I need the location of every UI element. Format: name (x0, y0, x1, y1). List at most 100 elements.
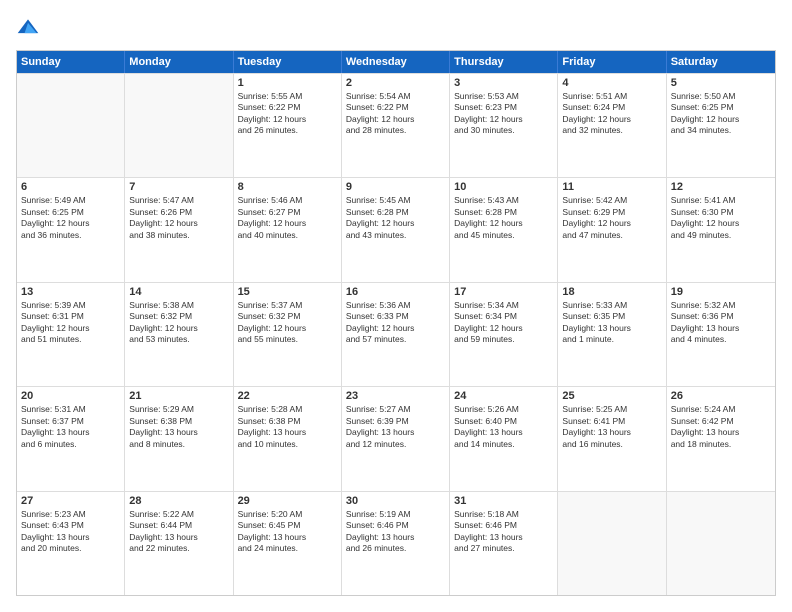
cell-line: Sunrise: 5:24 AM (671, 404, 771, 415)
day-number: 17 (454, 286, 553, 298)
cell-line: and 59 minutes. (454, 334, 553, 345)
cell-line: Sunrise: 5:29 AM (129, 404, 228, 415)
cell-line: Daylight: 12 hours (238, 114, 337, 125)
calendar-cell-empty (17, 74, 125, 177)
cell-line: Sunset: 6:27 PM (238, 207, 337, 218)
cell-line: and 4 minutes. (671, 334, 771, 345)
cell-line: Sunset: 6:39 PM (346, 416, 445, 427)
cell-line: Sunset: 6:44 PM (129, 520, 228, 531)
day-number: 30 (346, 495, 445, 507)
cell-line: Sunrise: 5:55 AM (238, 91, 337, 102)
calendar-cell-31: 31Sunrise: 5:18 AMSunset: 6:46 PMDayligh… (450, 492, 558, 595)
cell-line: and 26 minutes. (346, 543, 445, 554)
cell-line: Sunrise: 5:51 AM (562, 91, 661, 102)
cell-line: and 32 minutes. (562, 125, 661, 136)
calendar-cell-27: 27 Sunrise: 5:23 AMSunset: 6:43 PMDayligh… (17, 492, 125, 595)
cell-line: and 16 minutes. (562, 439, 661, 450)
cell-line: Sunrise: 5:26 AM (454, 404, 553, 415)
cell-line: and 24 minutes. (238, 543, 337, 554)
cell-line: Sunset: 6:32 PM (129, 311, 228, 322)
cell-line: Sunset: 6:36 PM (671, 311, 771, 322)
day-number: 27 (21, 495, 120, 507)
cell-line: Sunset: 6:29 PM (562, 207, 661, 218)
calendar-cell-5: 5Sunrise: 5:50 AMSunset: 6:25 PMDaylight… (667, 74, 775, 177)
cell-line: and 1 minute. (562, 334, 661, 345)
weekday-header-saturday: Saturday (667, 51, 775, 73)
cell-line: Sunset: 6:33 PM (346, 311, 445, 322)
cell-line: Sunset: 6:43 PM (21, 520, 120, 531)
cell-line: Sunrise: 5:20 AM (238, 509, 337, 520)
calendar-cell-empty (558, 492, 666, 595)
calendar-cell-3: 3Sunrise: 5:53 AMSunset: 6:23 PMDaylight… (450, 74, 558, 177)
day-number: 22 (238, 390, 337, 402)
cell-line: Sunrise: 5:54 AM (346, 91, 445, 102)
cell-line: Daylight: 13 hours (454, 532, 553, 543)
cell-line: Sunset: 6:28 PM (454, 207, 553, 218)
calendar-row-3: 20Sunrise: 5:31 AMSunset: 6:37 PMDayligh… (17, 386, 775, 490)
day-number: 28 (129, 495, 228, 507)
cell-line: Sunrise: 5:27 AM (346, 404, 445, 415)
calendar-row-4: 27Sunrise: 5:23 AMSunset: 6:43 PMDayligh… (17, 491, 775, 595)
cell-line: Sunrise: 5:46 AM (238, 195, 337, 206)
cell-line: Daylight: 12 hours (454, 218, 553, 229)
cell-line: Daylight: 13 hours (21, 427, 120, 438)
calendar-cell-17: 17Sunrise: 5:34 AMSunset: 6:34 PMDayligh… (450, 283, 558, 386)
day-number: 5 (671, 77, 771, 89)
cell-line: Sunrise: 5:28 AM (238, 404, 337, 415)
cell-line: Sunset: 6:38 PM (238, 416, 337, 427)
cell-line: Sunset: 6:46 PM (346, 520, 445, 531)
cell-line: Sunrise: 5:31 AM (21, 404, 120, 415)
cell-line: Sunrise: 5:49 AM (21, 195, 120, 206)
day-number: 25 (562, 390, 661, 402)
weekday-header-sunday: Sunday (17, 51, 125, 73)
calendar-cell-8: 8Sunrise: 5:46 AMSunset: 6:27 PMDaylight… (234, 178, 342, 281)
calendar-cell-9: 9Sunrise: 5:45 AMSunset: 6:28 PMDaylight… (342, 178, 450, 281)
calendar-cell-15: 15Sunrise: 5:37 AMSunset: 6:32 PMDayligh… (234, 283, 342, 386)
day-number: 21 (129, 390, 228, 402)
cell-line: Sunrise: 5:34 AM (454, 300, 553, 311)
calendar-cell-24: 24Sunrise: 5:26 AMSunset: 6:40 PMDayligh… (450, 387, 558, 490)
calendar-cell-11: 11Sunrise: 5:42 AMSunset: 6:29 PMDayligh… (558, 178, 666, 281)
calendar-row-2: 13Sunrise: 5:39 AMSunset: 6:31 PMDayligh… (17, 282, 775, 386)
calendar-cell-30: 30Sunrise: 5:19 AMSunset: 6:46 PMDayligh… (342, 492, 450, 595)
calendar-cell-28: 28Sunrise: 5:22 AMSunset: 6:44 PMDayligh… (125, 492, 233, 595)
cell-line: Sunset: 6:41 PM (562, 416, 661, 427)
calendar-cell-13: 13Sunrise: 5:39 AMSunset: 6:31 PMDayligh… (17, 283, 125, 386)
cell-line: Daylight: 13 hours (454, 427, 553, 438)
cell-line: and 57 minutes. (346, 334, 445, 345)
cell-line: Sunset: 6:25 PM (21, 207, 120, 218)
cell-line: Sunrise: 5:43 AM (454, 195, 553, 206)
cell-line: Sunset: 6:30 PM (671, 207, 771, 218)
cell-line: and 28 minutes. (346, 125, 445, 136)
cell-line: Sunset: 6:42 PM (671, 416, 771, 427)
calendar-cell-12: 12Sunrise: 5:41 AMSunset: 6:30 PMDayligh… (667, 178, 775, 281)
calendar-cell-23: 23Sunrise: 5:27 AMSunset: 6:39 PMDayligh… (342, 387, 450, 490)
cell-line: and 26 minutes. (238, 125, 337, 136)
cell-line: Sunset: 6:32 PM (238, 311, 337, 322)
cell-line: Daylight: 12 hours (129, 323, 228, 334)
cell-line: Daylight: 13 hours (129, 427, 228, 438)
day-number: 16 (346, 286, 445, 298)
day-number: 13 (21, 286, 120, 298)
cell-line: Sunrise: 5:23 AM (21, 509, 120, 520)
day-number: 20 (21, 390, 120, 402)
calendar-cell-6: 6Sunrise: 5:49 AMSunset: 6:25 PMDaylight… (17, 178, 125, 281)
cell-line: Daylight: 12 hours (454, 114, 553, 125)
cell-line: Daylight: 13 hours (671, 427, 771, 438)
cell-line: Daylight: 13 hours (346, 532, 445, 543)
calendar-cell-20: 20Sunrise: 5:31 AMSunset: 6:37 PMDayligh… (17, 387, 125, 490)
cell-line: Daylight: 12 hours (21, 218, 120, 229)
cell-line: Sunset: 6:40 PM (454, 416, 553, 427)
cell-line: Sunrise: 5:38 AM (129, 300, 228, 311)
cell-line: Daylight: 13 hours (21, 532, 120, 543)
calendar-body: 1Sunrise: 5:55 AMSunset: 6:22 PMDaylight… (17, 73, 775, 595)
cell-line: Sunset: 6:34 PM (454, 311, 553, 322)
day-number: 2 (346, 77, 445, 89)
day-number: 12 (671, 181, 771, 193)
cell-line: Daylight: 12 hours (671, 218, 771, 229)
cell-line: and 49 minutes. (671, 230, 771, 241)
cell-line: Sunset: 6:25 PM (671, 102, 771, 113)
weekday-header-monday: Monday (125, 51, 233, 73)
day-number: 15 (238, 286, 337, 298)
cell-line: Daylight: 13 hours (238, 532, 337, 543)
